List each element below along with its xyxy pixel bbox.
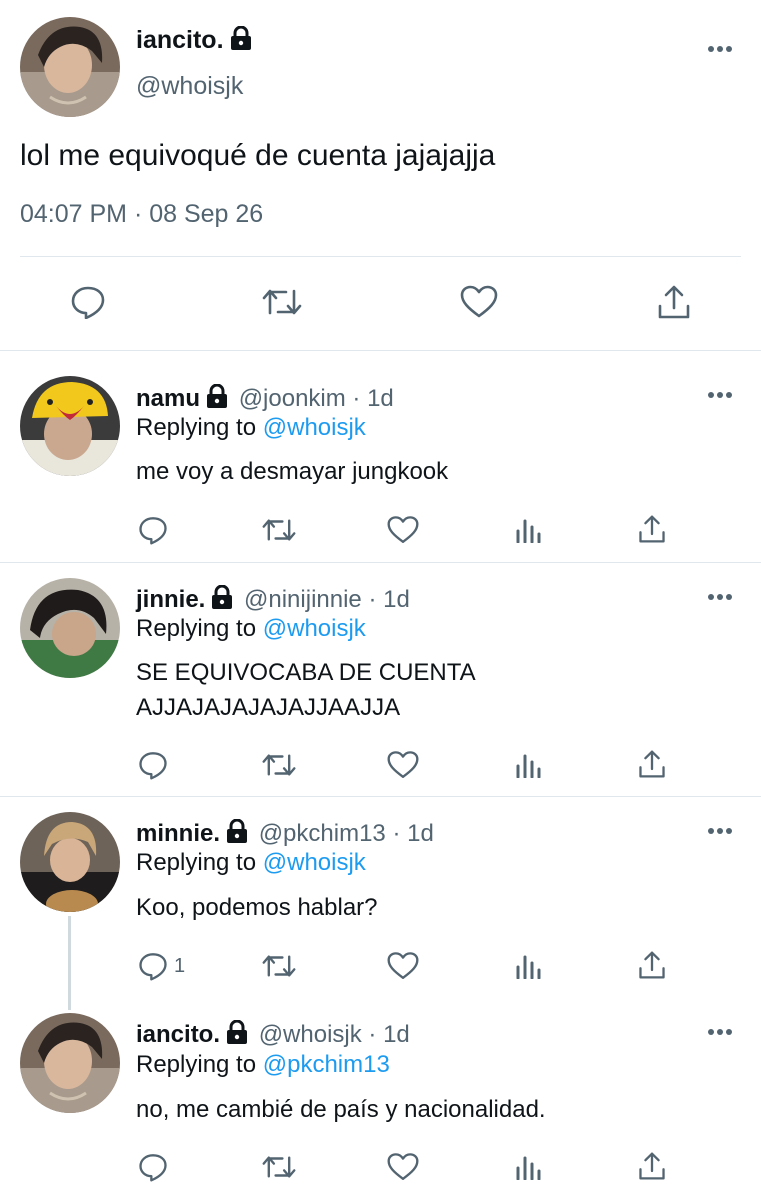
reply-icon[interactable] <box>138 515 168 545</box>
views-icon[interactable] <box>515 1154 543 1180</box>
replying-to-link[interactable]: @whoisjk <box>263 615 366 642</box>
reply-text: me voy a desmayar jungkook <box>136 458 449 485</box>
replying-to: Replying to @whoisjk <box>136 611 366 647</box>
reply-time[interactable]: · 1d <box>352 385 393 412</box>
author-name-text[interactable]: iancito. <box>136 26 224 54</box>
reply-time[interactable]: · 1d <box>368 1021 409 1048</box>
share-icon[interactable] <box>657 284 691 320</box>
more-icon[interactable] <box>708 1029 734 1037</box>
author-handle[interactable]: @whoisjk <box>136 72 243 101</box>
more-icon[interactable] <box>708 828 734 836</box>
lock-icon <box>230 25 252 57</box>
divider <box>20 256 741 257</box>
reply-icon[interactable] <box>138 1152 168 1182</box>
more-icon[interactable] <box>708 46 734 54</box>
divider <box>0 796 761 797</box>
replying-to-link[interactable]: @whoisjk <box>263 414 366 441</box>
reply-time[interactable]: · 1d <box>392 820 433 847</box>
heart-icon[interactable] <box>387 1152 419 1182</box>
avatar[interactable] <box>20 376 120 476</box>
replying-label: Replying to <box>136 1051 257 1078</box>
reply-count: 1 <box>174 955 186 977</box>
replying-label: Replying to <box>136 615 257 642</box>
heart-icon[interactable] <box>387 750 419 780</box>
reply-handle[interactable]: @whoisjk <box>259 1021 362 1048</box>
more-icon[interactable] <box>708 392 734 400</box>
reply-author-name[interactable]: namu <box>136 385 200 412</box>
reply-icon[interactable] <box>138 750 168 780</box>
views-icon[interactable] <box>515 517 543 543</box>
reply-handle[interactable]: @ninijinnie <box>244 586 362 613</box>
reply-text: Koo, podemos hablar? <box>136 894 378 921</box>
reply-text-line: SE EQUIVOCABA DE CUENTA <box>136 659 476 686</box>
tweet-text: lol me equivoqué de cuenta jajajajja <box>20 139 496 172</box>
retweet-icon[interactable] <box>262 1152 296 1182</box>
retweet-icon[interactable] <box>262 750 296 780</box>
retweet-icon[interactable] <box>262 515 296 545</box>
reply-text: no, me cambié de país y nacionalidad. <box>136 1096 546 1123</box>
heart-icon[interactable] <box>387 951 419 981</box>
share-icon[interactable] <box>638 514 666 544</box>
share-icon[interactable] <box>638 1151 666 1181</box>
tweet-timestamp[interactable]: 04:07 PM · 08 Sep 26 <box>20 200 263 229</box>
replying-to: Replying to @whoisjk <box>136 410 366 446</box>
replying-to-link[interactable]: @whoisjk <box>263 849 366 876</box>
replying-to-link[interactable]: @pkchim13 <box>263 1051 390 1078</box>
reply-text-line: AJJAJAJAJAJAJJAAJJA <box>136 694 401 721</box>
thread-line <box>68 916 71 1010</box>
share-icon[interactable] <box>638 950 666 980</box>
author-name[interactable]: iancito. <box>136 25 252 57</box>
more-icon[interactable] <box>708 594 734 602</box>
divider <box>0 562 761 563</box>
replying-label: Replying to <box>136 849 257 876</box>
reply-author-name[interactable]: minnie. <box>136 820 220 847</box>
reply-author-name[interactable]: iancito. <box>136 1021 220 1048</box>
avatar[interactable] <box>20 812 120 912</box>
views-icon[interactable] <box>515 953 543 979</box>
replying-to: Replying to @pkchim13 <box>136 1047 390 1083</box>
reply-icon[interactable] <box>70 285 106 319</box>
reply-icon[interactable] <box>138 951 168 981</box>
reply-author-name[interactable]: jinnie. <box>136 586 205 613</box>
reply-time[interactable]: · 1d <box>368 586 409 613</box>
reply-handle[interactable]: @joonkim <box>239 385 346 412</box>
heart-icon[interactable] <box>387 515 419 545</box>
avatar[interactable] <box>20 578 120 678</box>
views-icon[interactable] <box>515 752 543 778</box>
avatar[interactable] <box>20 17 120 117</box>
retweet-icon[interactable] <box>262 951 296 981</box>
replying-to: Replying to @whoisjk <box>136 845 366 881</box>
heart-icon[interactable] <box>460 285 498 319</box>
replying-label: Replying to <box>136 414 257 441</box>
divider <box>0 350 761 351</box>
retweet-icon[interactable] <box>262 285 302 319</box>
avatar[interactable] <box>20 1013 120 1113</box>
reply-handle[interactable]: @pkchim13 <box>259 820 386 847</box>
share-icon[interactable] <box>638 749 666 779</box>
